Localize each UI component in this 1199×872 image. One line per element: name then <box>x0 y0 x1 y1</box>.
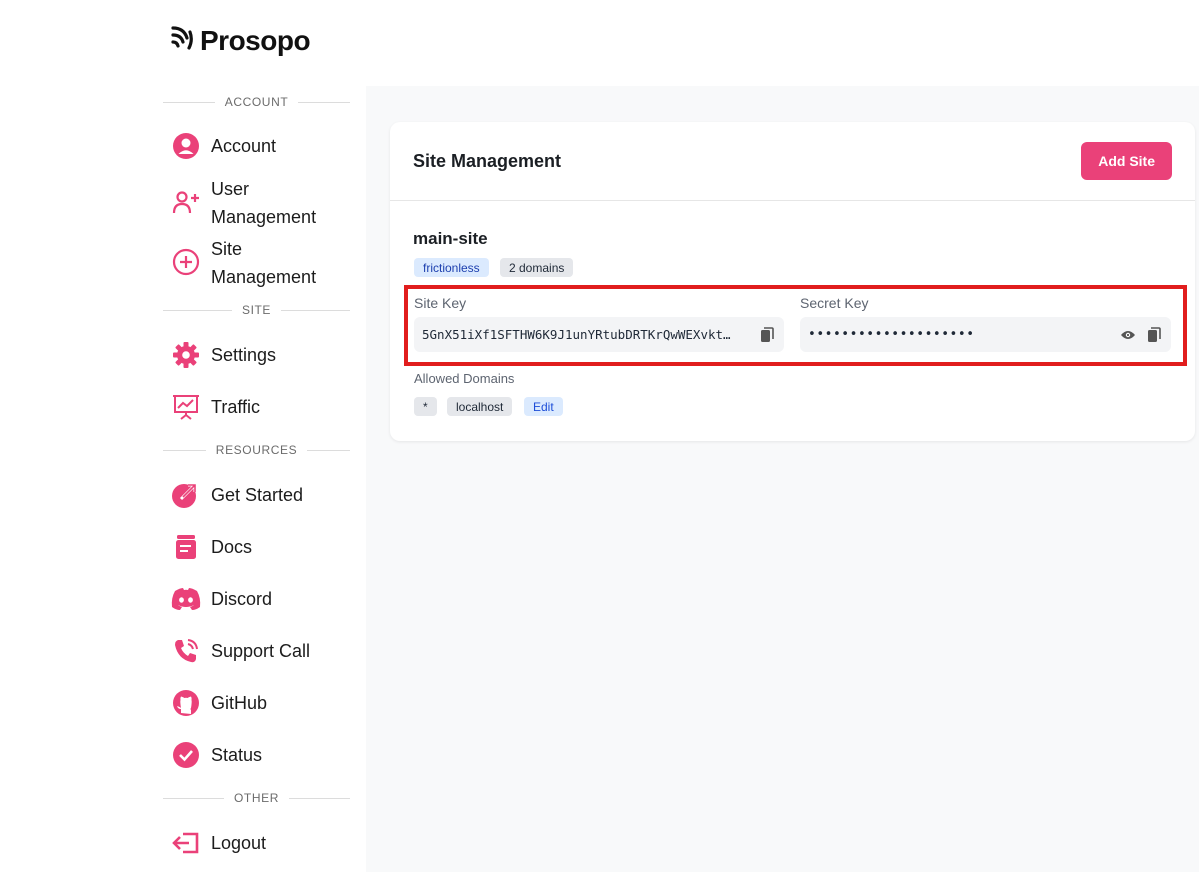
sidebar-item-label: Discord <box>211 589 273 609</box>
user-plus-icon <box>171 187 201 217</box>
sidebar-item-logout[interactable]: Logout <box>171 828 361 858</box>
section-account: ACCOUNT <box>163 95 351 109</box>
sidebar-item-label: Support Call <box>211 641 311 661</box>
highlight-box <box>404 285 1187 366</box>
sidebar-item-label: Management <box>211 267 317 287</box>
domain-tag: * <box>414 397 437 416</box>
section-resources: RESOURCES <box>163 443 351 457</box>
sidebar-item-label: Management <box>211 207 317 227</box>
user-circle-icon <box>171 131 201 161</box>
check-circle-icon <box>171 740 201 770</box>
chart-icon <box>171 392 201 422</box>
sidebar: Prosopo ACCOUNT Account User Management … <box>0 0 366 872</box>
rocket-icon <box>171 480 201 510</box>
sidebar-item-support-call[interactable]: Support Call <box>171 636 361 666</box>
sidebar-item-label: Logout <box>211 833 267 853</box>
page-title: Site Management <box>413 150 562 171</box>
frictionless-badge: frictionless <box>414 258 489 277</box>
allowed-domains-label: Allowed Domains <box>414 371 515 386</box>
prosopo-logo-icon <box>170 24 194 57</box>
site-management-card: Site Management Add Site main-site frict… <box>390 122 1195 441</box>
gear-icon <box>171 340 201 370</box>
domains-count-badge: 2 domains <box>500 258 574 277</box>
discord-icon <box>171 584 201 614</box>
sidebar-item-label: Account <box>211 136 277 156</box>
plus-circle-icon <box>171 247 201 277</box>
sidebar-item-label: Status <box>211 745 263 765</box>
site-name: main-site <box>413 229 488 248</box>
sidebar-item-user-management[interactable]: User Management <box>171 175 361 231</box>
sidebar-item-get-started[interactable]: Get Started <box>171 480 361 510</box>
sidebar-item-label: Traffic <box>211 397 261 417</box>
sidebar-item-docs[interactable]: Docs <box>171 532 361 562</box>
github-icon <box>171 688 201 718</box>
sidebar-item-label: Get Started <box>211 485 304 505</box>
sidebar-item-settings[interactable]: Settings <box>171 340 361 370</box>
sidebar-item-discord[interactable]: Discord <box>171 584 361 614</box>
sidebar-item-label: User <box>211 179 250 199</box>
edit-domains-button[interactable]: Edit <box>524 397 563 416</box>
sidebar-item-label: Docs <box>211 537 253 557</box>
brand-name: Prosopo <box>200 24 311 56</box>
sidebar-item-account[interactable]: Account <box>171 131 361 161</box>
sidebar-item-traffic[interactable]: Traffic <box>171 392 361 422</box>
card-header: Site Management Add Site <box>390 122 1195 201</box>
phone-icon <box>171 636 201 666</box>
docs-icon <box>171 532 201 562</box>
sidebar-item-label: GitHub <box>211 693 268 713</box>
sidebar-item-site-management[interactable]: Site Management <box>171 235 361 291</box>
logo[interactable]: Prosopo <box>170 24 311 57</box>
section-site: SITE <box>163 303 351 317</box>
section-other: OTHER <box>163 791 350 805</box>
sidebar-item-label: Settings <box>211 345 277 365</box>
sidebar-item-github[interactable]: GitHub <box>171 688 361 718</box>
domain-tag: localhost <box>447 397 513 416</box>
sidebar-item-label: Site <box>211 239 243 259</box>
sidebar-item-status[interactable]: Status <box>171 740 361 770</box>
logout-icon <box>171 828 201 858</box>
add-site-button[interactable]: Add Site <box>1081 142 1172 180</box>
main-content: Site Management Add Site main-site frict… <box>366 86 1199 872</box>
